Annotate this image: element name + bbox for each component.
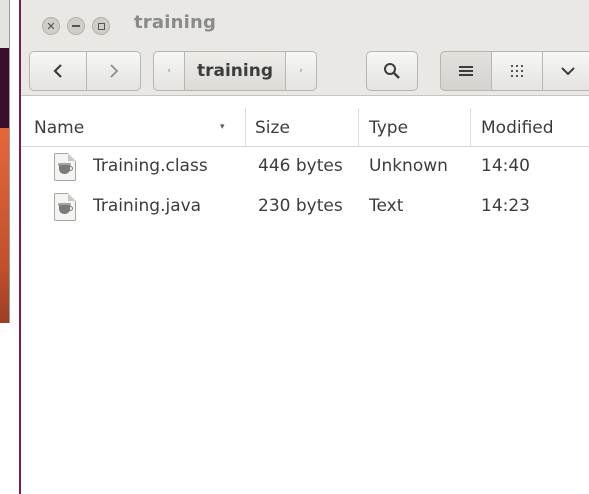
chevron-right-icon — [109, 64, 118, 78]
minimize-icon — [72, 25, 80, 27]
file-size: 446 bytes — [258, 156, 343, 176]
column-header-modified[interactable]: Modified — [481, 108, 554, 147]
forward-button[interactable] — [86, 51, 141, 91]
file-row[interactable]: Training.java 230 bytes Text 14:23 — [21, 187, 589, 227]
column-separator[interactable] — [470, 108, 471, 147]
minimize-button[interactable] — [67, 17, 85, 35]
column-header-name[interactable]: Name — [34, 108, 234, 147]
maximize-icon — [97, 22, 105, 30]
column-header-modified-label: Modified — [481, 117, 554, 138]
file-manager-window: ✕ training ‹ training › Name ▾ Size Type… — [21, 0, 589, 494]
file-name: Training.class — [93, 156, 208, 176]
view-options-button[interactable] — [542, 51, 589, 91]
grid-view-icon — [511, 65, 523, 77]
column-header-size[interactable]: Size — [255, 108, 290, 147]
list-view-button[interactable] — [440, 51, 492, 91]
column-separator[interactable] — [358, 108, 359, 147]
java-file-icon — [54, 153, 76, 181]
file-list-empty-area[interactable] — [21, 227, 589, 494]
titlebar: ✕ training ‹ training › — [21, 0, 589, 96]
close-button[interactable]: ✕ — [42, 17, 60, 35]
column-header-row: Name ▾ Size Type Modified — [21, 108, 589, 147]
path-scroll-left-button[interactable]: ‹ — [153, 51, 185, 91]
search-icon — [384, 63, 400, 79]
file-name: Training.java — [93, 196, 202, 216]
file-type: Text — [369, 196, 404, 216]
column-header-name-label: Name — [34, 117, 85, 138]
maximize-button[interactable] — [92, 17, 110, 35]
list-view-icon — [459, 66, 473, 76]
background-window-panel — [0, 128, 9, 323]
desktop-background — [0, 0, 21, 494]
path-scroll-right-button[interactable]: › — [285, 51, 317, 91]
chevron-down-icon — [561, 67, 575, 76]
grid-view-button[interactable] — [491, 51, 543, 91]
window-title: training — [134, 12, 217, 33]
file-modified: 14:23 — [481, 196, 530, 216]
path-bar-current[interactable]: training — [184, 51, 286, 91]
chevron-left-icon — [53, 64, 62, 78]
column-header-size-label: Size — [255, 117, 290, 138]
background-window-titlebar — [0, 0, 9, 48]
column-header-type-label: Type — [369, 117, 409, 138]
file-modified: 14:40 — [481, 156, 530, 176]
sort-descending-icon: ▾ — [220, 122, 225, 132]
back-button[interactable] — [29, 51, 87, 91]
search-button[interactable] — [366, 51, 418, 91]
column-header-type[interactable]: Type — [369, 108, 408, 147]
background-window[interactable] — [0, 0, 10, 323]
column-separator[interactable] — [245, 108, 246, 147]
file-size: 230 bytes — [258, 196, 343, 216]
file-row[interactable]: Training.class 446 bytes Unknown 14:40 — [21, 147, 589, 187]
java-file-icon — [54, 193, 76, 221]
close-icon: ✕ — [46, 19, 56, 33]
background-window-content — [0, 48, 9, 128]
file-type: Unknown — [369, 156, 448, 176]
